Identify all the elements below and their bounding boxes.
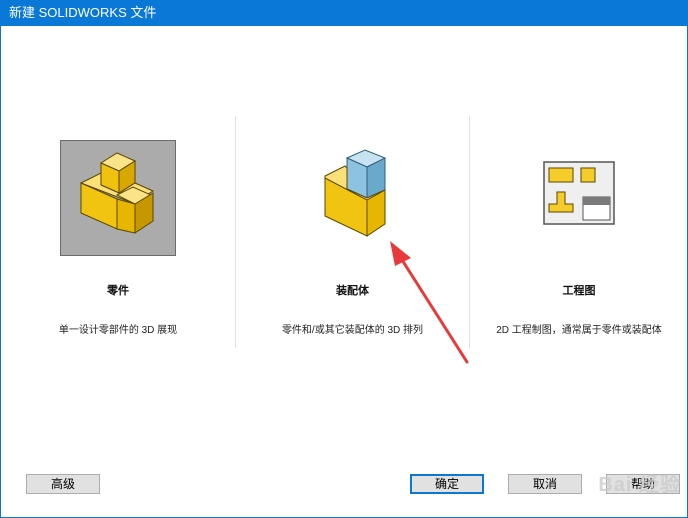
part-title: 零件 bbox=[107, 285, 129, 297]
drawing-description: 2D 工程制图，通常属于零件或装配体 bbox=[496, 325, 662, 336]
watermark: Bai 经验 bbox=[598, 474, 681, 496]
part-icon[interactable] bbox=[60, 140, 176, 256]
new-document-dialog: 新建 SOLIDWORKS 文件 零件 单一设计零部件的 3D 展现 装配体 零… bbox=[0, 0, 688, 518]
part-option[interactable]: 零件 单一设计零部件的 3D 展现 bbox=[1, 116, 235, 356]
assembly-icon[interactable] bbox=[295, 140, 411, 256]
drawing-option[interactable]: 工程图 2D 工程制图，通常属于零件或装配体 bbox=[470, 116, 687, 356]
part-description: 单一设计零部件的 3D 展现 bbox=[58, 325, 178, 336]
assembly-description: 零件和/或其它装配体的 3D 排列 bbox=[281, 325, 424, 336]
advanced-button[interactable]: 高级 bbox=[26, 474, 100, 494]
drawing-title: 工程图 bbox=[562, 285, 596, 297]
drawing-icon[interactable] bbox=[521, 140, 637, 256]
dialog-title: 新建 SOLIDWORKS 文件 bbox=[1, 0, 687, 26]
assembly-title: 装配体 bbox=[336, 285, 369, 297]
cancel-button[interactable]: 取消 bbox=[508, 474, 582, 494]
assembly-option[interactable]: 装配体 零件和/或其它装配体的 3D 排列 bbox=[236, 116, 469, 356]
ok-button[interactable]: 确定 bbox=[410, 474, 484, 494]
